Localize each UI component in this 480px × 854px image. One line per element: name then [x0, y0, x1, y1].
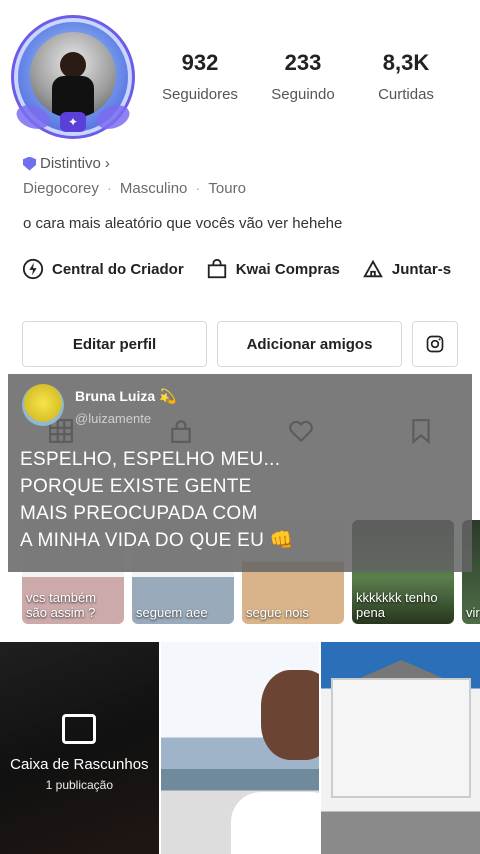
inbox-icon — [62, 714, 96, 744]
video-thumbnail[interactable] — [321, 642, 480, 854]
stat-followers[interactable]: 932 Seguidores — [150, 50, 250, 103]
join-link[interactable]: Juntar-s — [362, 258, 451, 280]
video-grid: Caixa de Rascunhos 1 publicação — [0, 642, 480, 854]
avatar-person-head — [60, 52, 86, 78]
badge-label: Distintivo — [40, 155, 101, 172]
shopping-bag-icon — [207, 258, 226, 279]
profile-links: Central do Criador Kwai Compras Juntar-s — [22, 258, 451, 280]
overlay-message: ESPELHO, ESPELHO MEU... PORQUE EXISTE GE… — [20, 449, 294, 551]
join-label: Juntar-s — [391, 260, 452, 278]
drafts-overlay — [0, 642, 159, 854]
profile-bio: o cara mais aleatório que vocês vão ver … — [23, 215, 343, 232]
thumbnail-house — [331, 678, 472, 798]
stat-value: 233 — [284, 50, 322, 75]
comment-overlay[interactable]: Bruna Luiza 💫 @luizamente ESPELHO, ESPEL… — [8, 374, 472, 572]
carousel-caption: seguem aee — [136, 605, 208, 620]
creator-center-link[interactable]: Central do Criador — [22, 258, 184, 280]
separator-dot: · — [106, 180, 112, 197]
avatar-level-badge: ✦ — [60, 112, 86, 132]
overlay-user-name: Bruna Luiza 💫 — [75, 388, 177, 404]
add-friends-button[interactable]: Adicionar amigos — [217, 321, 402, 367]
separator-dot: · — [195, 180, 201, 197]
stat-value: 8,3K — [382, 50, 430, 75]
badge-link[interactable]: Distintivo › — [23, 155, 110, 172]
thumbnail-shirt — [230, 792, 320, 854]
kwai-shop-label: Kwai Compras — [235, 260, 340, 278]
thumbnail-face — [260, 670, 320, 760]
stat-label: Seguindo — [271, 86, 335, 103]
profile-meta: Diegocorey · Masculino · Touro — [23, 180, 246, 197]
overlay-avatar — [22, 384, 64, 426]
creator-center-label: Central do Criador — [52, 260, 184, 278]
stat-label: Seguidores — [162, 86, 238, 103]
carousel-caption: segue nois — [246, 605, 309, 620]
stat-value: 932 — [181, 50, 219, 75]
instagram-button[interactable] — [412, 321, 458, 367]
drafts-title: Caixa de Rascunhos — [10, 756, 149, 773]
edit-profile-button[interactable]: Editar perfil — [22, 321, 207, 367]
lightning-icon — [22, 258, 44, 280]
kwai-shop-link[interactable]: Kwai Compras — [206, 258, 340, 280]
drafts-count: 1 publicação — [45, 778, 114, 792]
stat-following[interactable]: 233 Seguindo — [253, 50, 353, 103]
overlay-user-handle: @luizamente — [75, 411, 152, 426]
chevron-right-icon: › — [104, 155, 110, 172]
drafts-box[interactable]: Caixa de Rascunhos 1 publicação — [0, 642, 159, 854]
carousel-caption: vir — [466, 605, 480, 620]
username: Diegocorey — [23, 180, 99, 197]
tent-icon — [363, 259, 383, 278]
video-thumbnail[interactable] — [160, 642, 320, 854]
shield-icon — [23, 156, 36, 171]
gender: Masculino — [119, 180, 188, 197]
zodiac-sign: Touro — [208, 180, 246, 197]
avatar-photo — [30, 32, 116, 118]
stat-likes[interactable]: 8,3K Curtidas — [356, 50, 456, 103]
carousel-caption: vcs também são assim ? — [26, 590, 97, 620]
carousel-caption: kkkkkkk tenho pena — [356, 590, 438, 620]
profile-avatar[interactable]: ✦ — [12, 16, 134, 138]
instagram-icon — [426, 335, 444, 353]
stat-label: Curtidas — [378, 86, 434, 103]
